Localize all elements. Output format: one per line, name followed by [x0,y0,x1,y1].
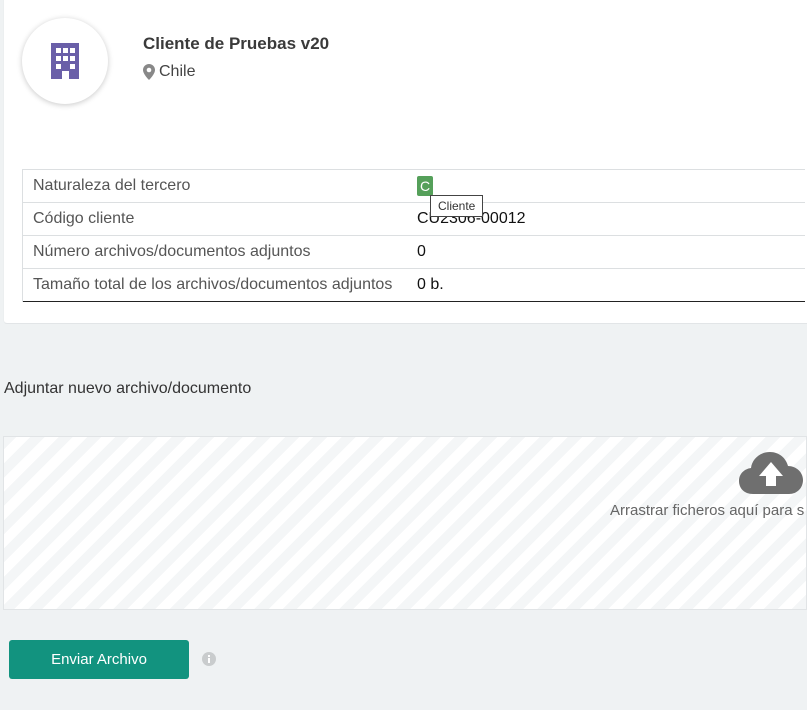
dropzone-text: Arrastrar ficheros aquí para s [610,502,805,519]
table-row: Tamaño total de los archivos/documentos … [23,269,805,302]
table-row: Código cliente CU2306-00012 [23,203,805,236]
client-name: Cliente de Pruebas v20 [143,34,330,53]
upload-section-title: Adjuntar nuevo archivo/documento [4,380,252,397]
avatar [22,18,108,104]
row-label: Número archivos/documentos adjuntos [33,243,311,260]
table-row: Número archivos/documentos adjuntos 0 [23,236,805,269]
map-pin-icon [143,64,155,80]
building-icon [51,43,79,79]
badge-tooltip: Cliente [430,195,484,217]
cloud-upload-icon [739,452,803,494]
row-value: C [395,176,434,196]
row-label: Tamaño total de los archivos/documentos … [33,276,393,293]
info-table: Naturaleza del tercero C Código cliente … [22,169,805,302]
nature-badge[interactable]: C [417,176,434,196]
row-value: 0 [417,243,426,260]
row-value: 0 b. [417,276,444,293]
file-dropzone[interactable] [3,436,807,610]
row-label: Código cliente [33,210,135,227]
info-icon[interactable] [202,652,216,666]
table-row: Naturaleza del tercero C [23,170,805,203]
row-label: Naturaleza del tercero [33,177,191,194]
client-country: Chile [143,63,195,81]
send-file-button[interactable]: Enviar Archivo [9,640,189,679]
country-label: Chile [159,63,196,80]
